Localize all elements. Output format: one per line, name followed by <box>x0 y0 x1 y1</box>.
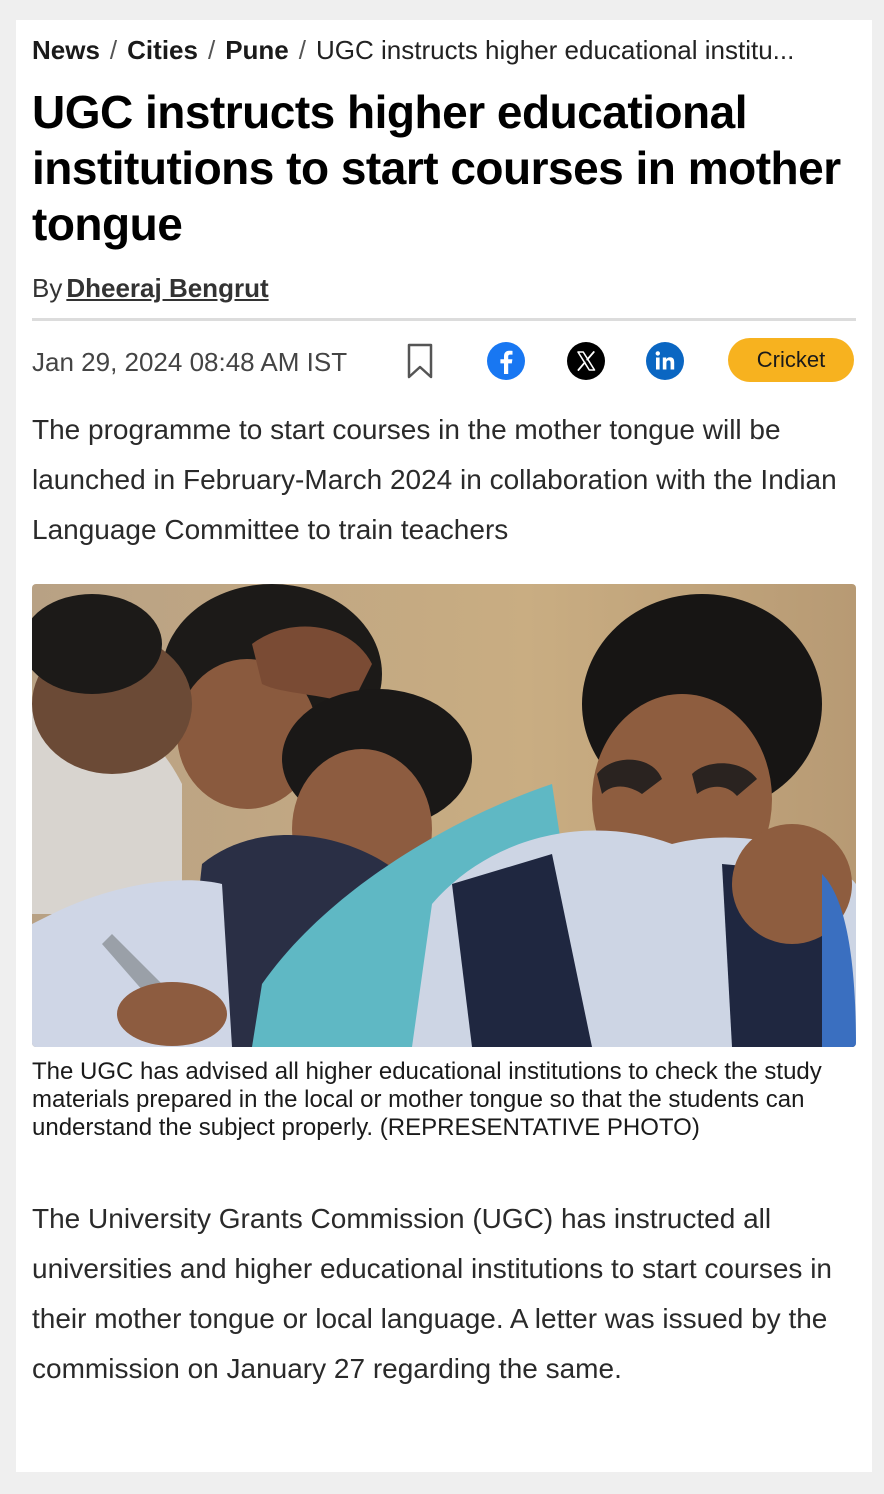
linkedin-icon[interactable] <box>645 341 685 381</box>
breadcrumb-news[interactable]: News <box>32 35 100 65</box>
facebook-icon[interactable] <box>486 341 526 381</box>
breadcrumb: News / Cities / Pune / UGC instructs higher ed… <box>32 34 862 66</box>
article-summary: The programme to start courses in the mo… <box>32 414 837 545</box>
breadcrumb-separator: / <box>298 35 307 65</box>
byline-prefix: By <box>32 273 63 303</box>
divider <box>32 318 856 321</box>
breadcrumb-separator: / <box>109 35 118 65</box>
breadcrumb-separator: / <box>207 35 216 65</box>
bookmark-icon[interactable] <box>400 341 440 381</box>
author-link[interactable]: Dheeraj Bengrut <box>66 273 268 303</box>
meta-row: Jan 29, 2024 08:48 AM IST Cricket <box>32 338 856 388</box>
byline: By Dheeraj Bengrut <box>32 272 269 304</box>
tag-pill-cricket[interactable]: Cricket <box>728 338 854 382</box>
breadcrumb-current: UGC instructs higher educational institu… <box>316 35 795 65</box>
publish-timestamp: Jan 29, 2024 08:48 AM IST <box>32 347 348 377</box>
article-body: The University Grants Commission (UGC) h… <box>32 1203 832 1384</box>
breadcrumb-pune[interactable]: Pune <box>225 35 289 65</box>
image-caption: The UGC has advised all higher education… <box>32 1058 822 1141</box>
article-headline: UGC instructs higher educational institu… <box>32 86 841 250</box>
breadcrumb-cities[interactable]: Cities <box>127 35 198 65</box>
article-card: News / Cities / Pune / UGC instructs higher ed… <box>16 20 872 1472</box>
x-icon[interactable] <box>566 341 606 381</box>
article-photo <box>32 584 856 1047</box>
